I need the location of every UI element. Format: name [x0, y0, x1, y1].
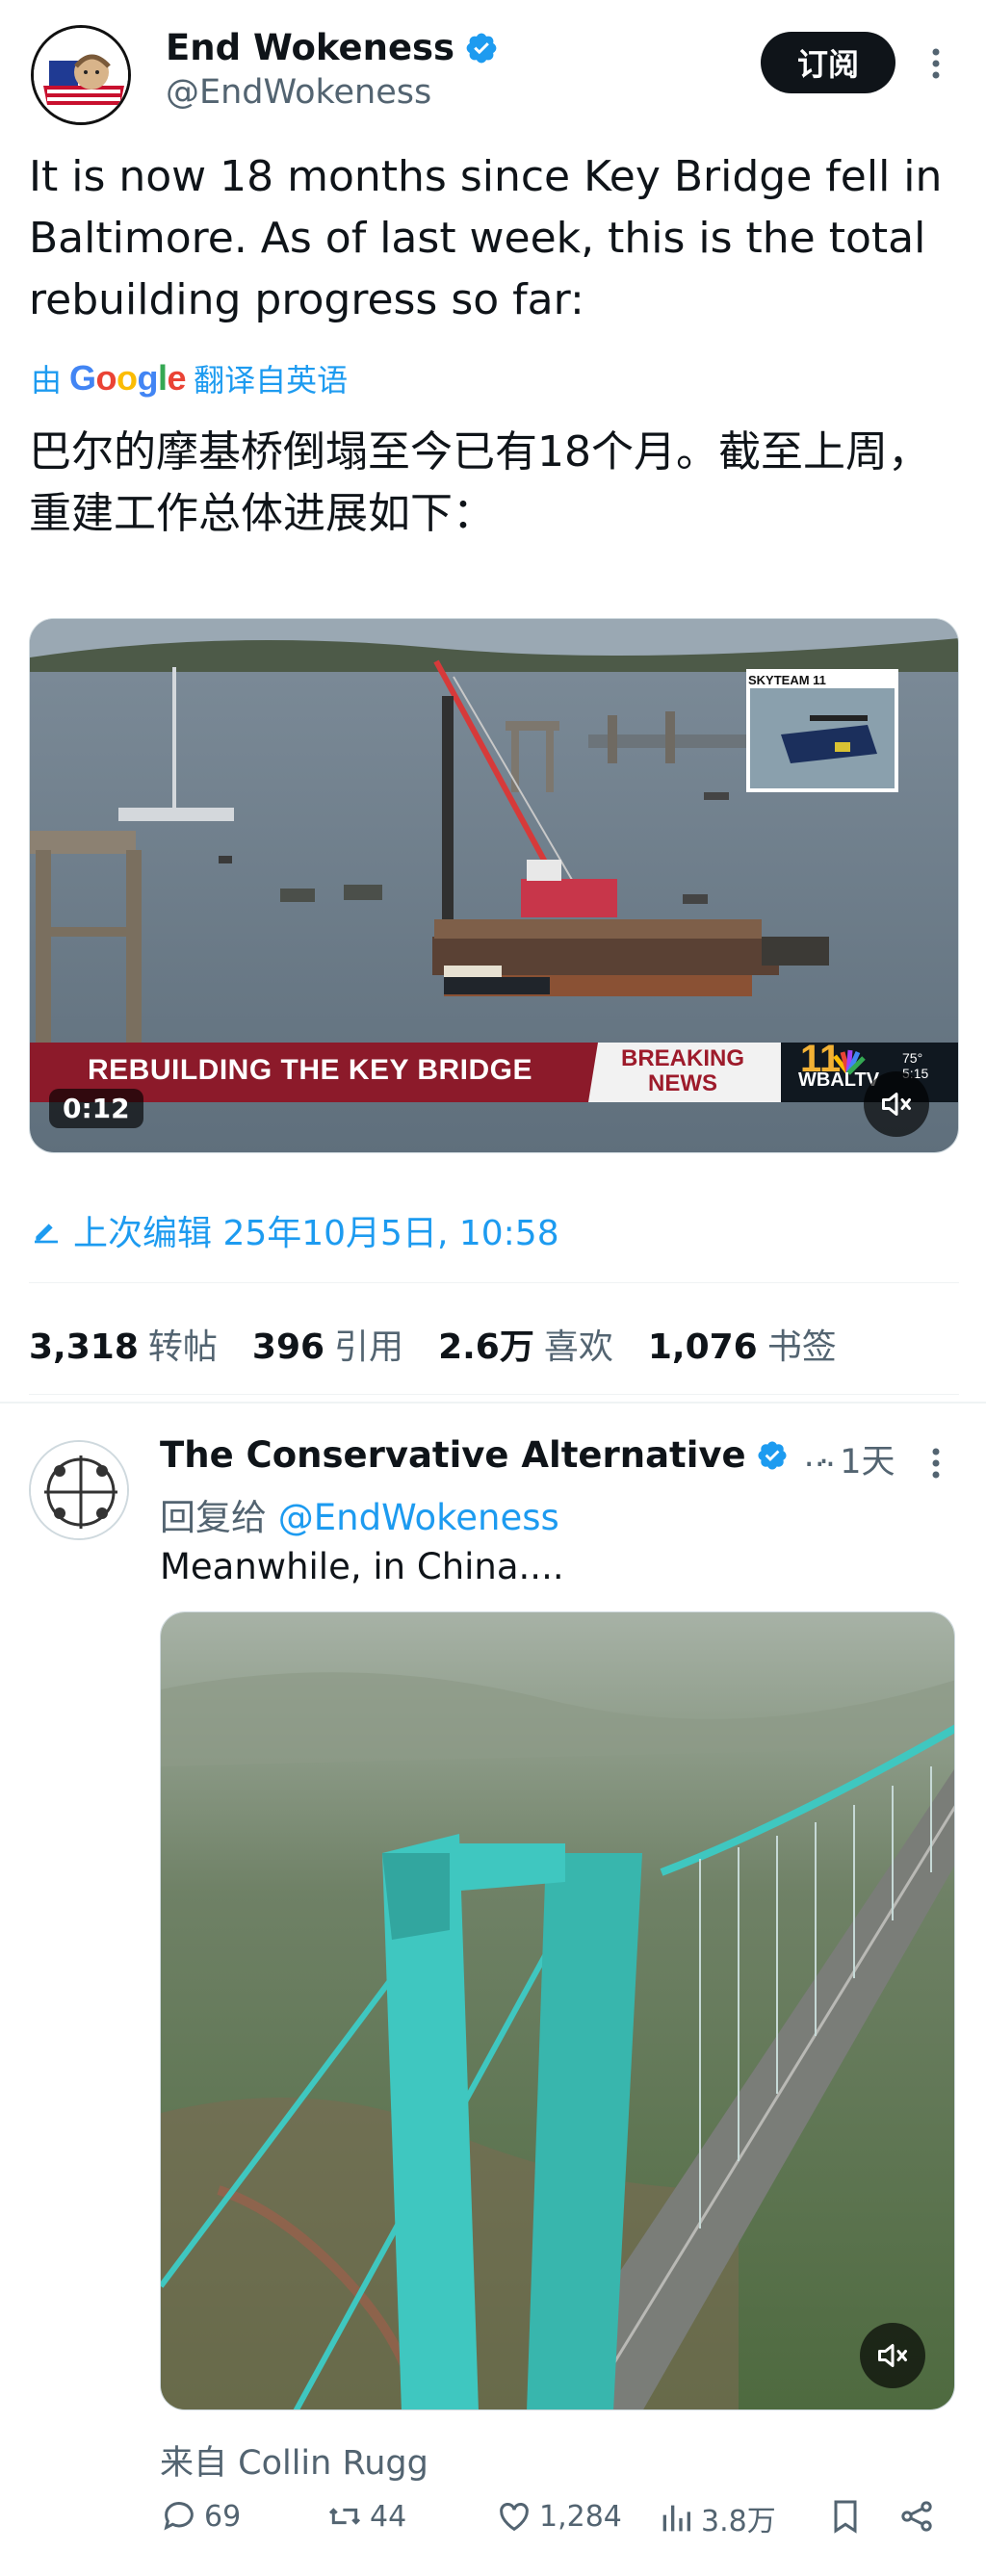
stat-value: 2.6万 — [438, 1327, 534, 1367]
divider — [29, 1282, 959, 1283]
stat-label: 书签 — [766, 1327, 837, 1367]
repost-button[interactable]: 44 — [325, 2497, 406, 2536]
repost-icon — [328, 2508, 361, 2525]
repost-count: 44 — [370, 2499, 407, 2534]
views-chart-icon — [662, 2505, 690, 2532]
stat-likes[interactable]: 2.6万 喜欢 — [438, 1319, 613, 1369]
reply-author-display-name[interactable]: The Conservative Alternative — [160, 1434, 746, 1476]
breaking-line2: NEWS — [648, 1070, 717, 1096]
news-banner-title: REBUILDING THE KEY BRIDGE — [88, 1054, 532, 1086]
author-avatar[interactable] — [31, 25, 131, 125]
like-button[interactable]: 1,284 — [495, 2497, 622, 2536]
translation-attribution[interactable]: 由 Google 翻译自英语 — [31, 356, 348, 400]
tweet-text: It is now 18 months since Key Bridge fel… — [29, 152, 943, 324]
translate-prefix: 由 — [31, 362, 63, 399]
reply-count: 69 — [204, 2499, 242, 2534]
video-source-attribution[interactable]: 来自 Collin Rugg — [160, 2435, 428, 2485]
more-options-icon[interactable] — [926, 1444, 946, 1482]
google-logo-icon: Google — [69, 358, 187, 398]
reply-button[interactable]: 69 — [160, 2497, 241, 2536]
stat-value: 396 — [251, 1327, 325, 1367]
engagement-stats: 3,318 转帖 396 引用 2.6万 喜欢 1,076 书签 — [29, 1319, 837, 1369]
news-banner: REBUILDING THE KEY BRIDGE BREAKING NEWS … — [30, 1043, 958, 1102]
reply-to-prefix: 回复给 — [160, 1497, 278, 1538]
speaker-muted-icon — [882, 1093, 911, 1116]
stat-label: 喜欢 — [543, 1327, 613, 1367]
bookmark-button[interactable] — [826, 2497, 865, 2536]
replying-to-line: 回复给 @EndWokeness — [160, 1488, 559, 1540]
author-handle[interactable]: @EndWokeness — [166, 73, 431, 112]
translate-suffix: 翻译自英语 — [194, 362, 349, 399]
tweet-detail-page: End Wokeness @EndWokeness 订阅 It is now 1… — [0, 0, 986, 2576]
share-button[interactable] — [897, 2497, 936, 2536]
stat-value: 3,318 — [29, 1327, 139, 1367]
section-divider — [0, 1402, 986, 1404]
pencil-edit-icon — [35, 1224, 58, 1244]
reply-action-bar: 69 44 1,284 3.8万 — [0, 2497, 986, 2555]
stat-label: 引用 — [334, 1327, 404, 1367]
breaking-news-label: BREAKING NEWS — [621, 1046, 744, 1096]
reply-text: Meanwhile, in China.... — [160, 1546, 564, 1587]
mute-button[interactable] — [860, 2323, 925, 2388]
comment-icon — [164, 2502, 194, 2531]
views-button[interactable]: 3.8万 — [657, 2497, 776, 2539]
bookmark-icon — [834, 2500, 857, 2534]
reply-author-avatar[interactable] — [29, 1440, 129, 1540]
views-count: 3.8万 — [701, 2505, 776, 2538]
reply-timestamp[interactable]: · 1天 — [818, 1434, 895, 1483]
mute-button[interactable] — [864, 1071, 929, 1137]
author-name-row: End Wokeness — [166, 27, 499, 68]
edited-label: 上次编辑 25年10月5日, 10:58 — [73, 1214, 559, 1253]
stat-reposts[interactable]: 3,318 转帖 — [29, 1319, 218, 1369]
more-options-icon[interactable] — [926, 44, 946, 83]
reply-to-handle-link[interactable]: @EndWokeness — [278, 1497, 559, 1538]
video-frame-suspension-bridge — [161, 1612, 954, 2409]
tweet-video-player[interactable]: 11 SKYTEAM 11 REBUILDING THE KEY BRIDGE … — [29, 618, 959, 1153]
subscribe-button[interactable]: 订阅 — [761, 32, 895, 93]
temperature-readout: 75° — [902, 1050, 923, 1066]
verified-badge-icon — [758, 1440, 787, 1470]
divider — [29, 1394, 959, 1395]
reply-author-name-row: The Conservative Alternative ... — [160, 1434, 836, 1476]
stat-value: 1,076 — [647, 1327, 758, 1367]
translated-tweet-text: 巴尔的摩基桥倒塌至今已有18个月。截至上周，重建工作总体进展如下： — [29, 427, 930, 538]
like-count: 1,284 — [539, 2499, 622, 2534]
stat-label: 转帖 — [147, 1327, 218, 1367]
author-display-name[interactable]: End Wokeness — [166, 27, 454, 68]
share-icon — [901, 2501, 932, 2532]
verified-badge-icon — [466, 33, 497, 63]
edited-timestamp-link[interactable]: 上次编辑 25年10月5日, 10:58 — [31, 1205, 559, 1255]
heart-icon — [500, 2503, 529, 2532]
skyteam-inset-label: SKYTEAM 11 — [748, 673, 826, 687]
speaker-muted-icon — [878, 2344, 907, 2367]
reply-video-player[interactable] — [160, 1611, 955, 2410]
breaking-line1: BREAKING — [621, 1045, 745, 1071]
video-duration-badge: 0:12 — [49, 1089, 143, 1128]
stat-quotes[interactable]: 396 引用 — [252, 1319, 403, 1369]
stat-bookmarks[interactable]: 1,076 书签 — [648, 1319, 837, 1369]
